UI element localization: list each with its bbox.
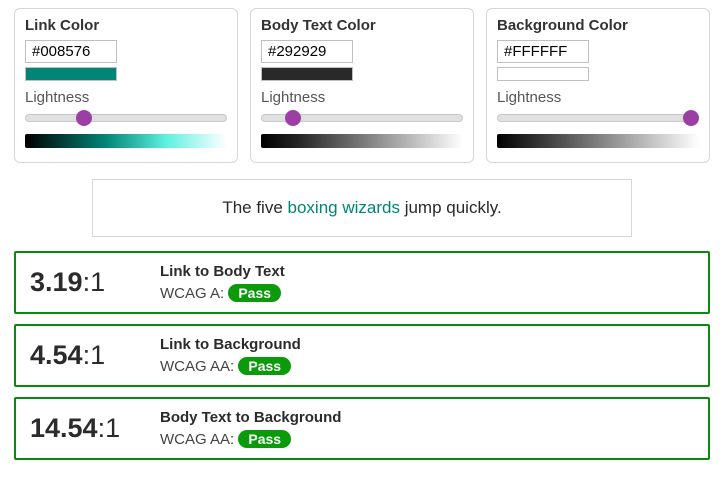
- bg-color-picker: Background Color Lightness: [486, 8, 710, 163]
- slider-thumb[interactable]: [285, 110, 301, 126]
- results-list: 3.19:1 Link to Body Text WCAG A: Pass 4.…: [14, 251, 710, 460]
- link-color-title: Link Color: [25, 17, 227, 34]
- slider-track: [497, 114, 699, 122]
- result-link-to-bg: 4.54:1 Link to Background WCAG AA: Pass: [14, 324, 710, 387]
- bg-gradient-bar: [497, 134, 699, 148]
- link-color-swatch[interactable]: [25, 67, 117, 81]
- result-body-to-bg: 14.54:1 Body Text to Background WCAG AA:…: [14, 397, 710, 460]
- preview-box: The five boxing wizards jump quickly.: [92, 179, 632, 237]
- bg-color-input[interactable]: [497, 40, 589, 63]
- result-link-to-body: 3.19:1 Link to Body Text WCAG A: Pass: [14, 251, 710, 314]
- ratio-value: 14.54:1: [30, 413, 140, 444]
- result-title: Link to Background: [160, 336, 301, 353]
- result-title: Link to Body Text: [160, 263, 285, 280]
- body-color-title: Body Text Color: [261, 17, 463, 34]
- status-badge: Pass: [238, 430, 291, 448]
- body-lightness-label: Lightness: [261, 89, 463, 106]
- bg-lightness-label: Lightness: [497, 89, 699, 106]
- link-lightness-label: Lightness: [25, 89, 227, 106]
- link-color-input[interactable]: [25, 40, 117, 63]
- color-pickers: Link Color Lightness Body Text Color Lig…: [14, 8, 710, 163]
- result-level: WCAG AA: Pass: [160, 357, 301, 375]
- status-badge: Pass: [238, 357, 291, 375]
- preview-link[interactable]: boxing wizards: [288, 198, 400, 217]
- result-level: WCAG A: Pass: [160, 284, 285, 302]
- result-title: Body Text to Background: [160, 409, 341, 426]
- preview-text-after: jump quickly.: [400, 198, 502, 217]
- link-gradient-bar: [25, 134, 227, 148]
- link-lightness-slider[interactable]: [25, 110, 227, 128]
- ratio-value: 4.54:1: [30, 340, 140, 371]
- slider-thumb[interactable]: [683, 110, 699, 126]
- body-gradient-bar: [261, 134, 463, 148]
- bg-lightness-slider[interactable]: [497, 110, 699, 128]
- body-color-picker: Body Text Color Lightness: [250, 8, 474, 163]
- body-color-swatch[interactable]: [261, 67, 353, 81]
- status-badge: Pass: [228, 284, 281, 302]
- link-color-picker: Link Color Lightness: [14, 8, 238, 163]
- slider-thumb[interactable]: [76, 110, 92, 126]
- bg-color-title: Background Color: [497, 17, 699, 34]
- preview-text-before: The five: [222, 198, 287, 217]
- ratio-value: 3.19:1: [30, 267, 140, 298]
- result-level: WCAG AA: Pass: [160, 430, 341, 448]
- body-color-input[interactable]: [261, 40, 353, 63]
- body-lightness-slider[interactable]: [261, 110, 463, 128]
- bg-color-swatch[interactable]: [497, 67, 589, 81]
- slider-track: [25, 114, 227, 122]
